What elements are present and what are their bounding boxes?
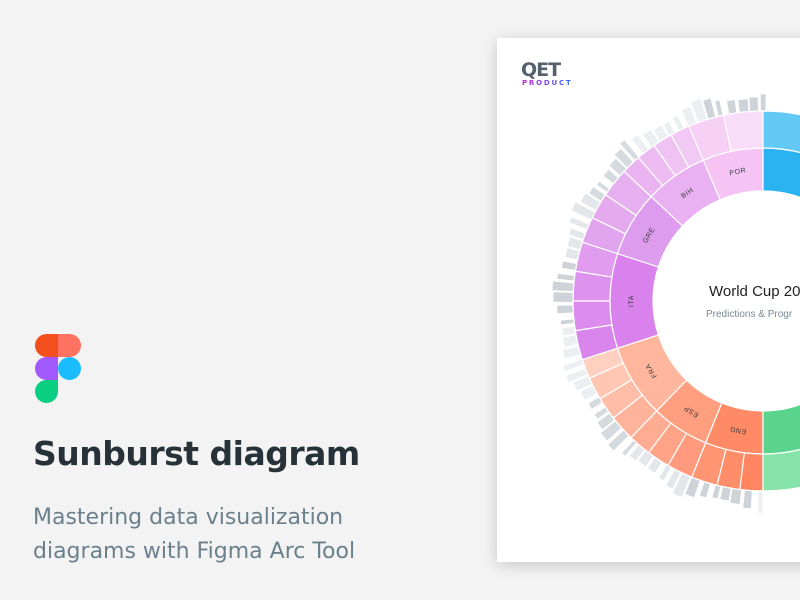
- outer-segment: [560, 260, 578, 272]
- outer-segment: [551, 280, 575, 293]
- page-title: Sunburst diagram: [33, 434, 360, 473]
- segment-label: ITA: [628, 295, 635, 307]
- brand-logo-subtext: PRODUCT: [522, 79, 573, 87]
- outer-segment: [552, 290, 574, 304]
- outer-segment: [725, 98, 738, 115]
- outer-segment: [698, 480, 712, 499]
- figma-logo-icon: [35, 334, 81, 403]
- subtitle-line-2: diagrams with Figma Arc Tool: [33, 539, 356, 564]
- figma-logo-piece: [35, 334, 58, 357]
- middle-segment: [739, 452, 764, 492]
- inner-segment-green: [762, 403, 800, 455]
- outer-segment: [561, 325, 577, 337]
- subtitle-line-1: Mastering data visualization: [33, 505, 344, 530]
- diagram-card: POR BIH GRE ITA FRA ESP ENG QET PRODUCT World …: [497, 38, 800, 562]
- outer-segment: [759, 93, 767, 112]
- outer-segment: [736, 97, 750, 114]
- sunburst-diagram: PORBIHGREITAFRAESPENG: [551, 93, 800, 515]
- figma-logo-piece: [58, 357, 81, 380]
- outer-segment: [713, 98, 724, 118]
- outer-segment: [718, 485, 733, 503]
- outer-segment: [561, 333, 579, 349]
- outer-segment: [586, 395, 604, 411]
- center-subtitle: Predictions & Progr: [706, 309, 793, 320]
- middle-segment: [572, 270, 613, 302]
- center-title: World Cup 20: [709, 283, 800, 300]
- page-subtitle: Mastering data visualization diagrams wi…: [33, 501, 433, 569]
- outer-segment: [559, 318, 576, 326]
- brand-logo: QET PRODUCT: [521, 59, 581, 88]
- outer-segment: [748, 96, 760, 113]
- outer-segment: [741, 489, 754, 510]
- brand-logo-text: QET: [521, 59, 561, 81]
- outer-segment: [555, 304, 575, 315]
- inner-segment-blue: [762, 147, 800, 199]
- figma-logo-piece: [35, 380, 58, 403]
- outer-segment: [757, 490, 764, 515]
- figma-logo-piece: [35, 357, 58, 380]
- figma-logo-piece: [58, 334, 81, 357]
- outer-segment: [556, 272, 576, 282]
